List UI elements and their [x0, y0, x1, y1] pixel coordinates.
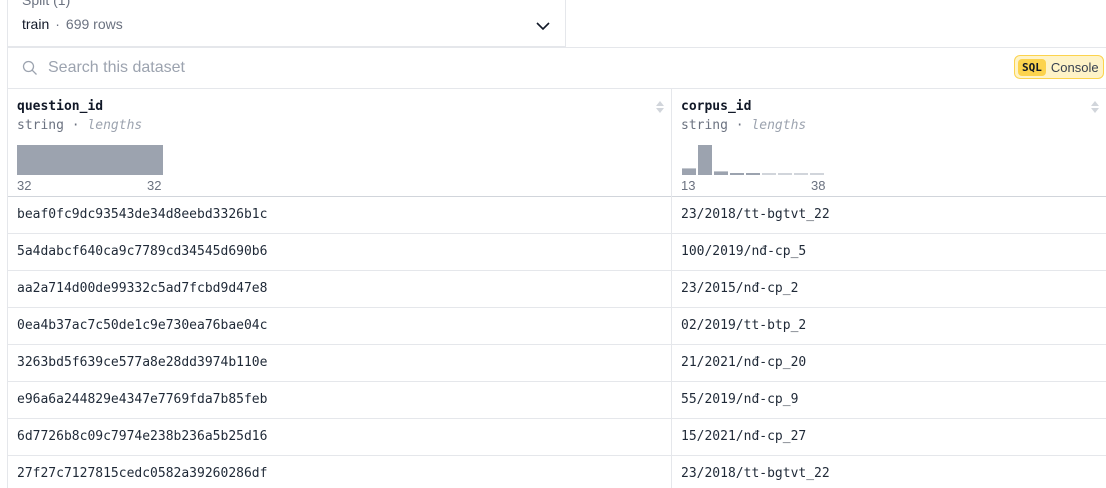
histogram-bar [746, 173, 760, 175]
split-value: train · 699 rows [22, 16, 123, 32]
histogram-min-label: 32 [17, 178, 32, 193]
cell-corpus-id[interactable]: 21/2021/nđ-cp_20 [672, 345, 1106, 381]
cell-question-id[interactable]: aa2a714d00de99332c5ad7fcbd9d47e8 [8, 271, 672, 307]
cell-corpus-id[interactable]: 15/2021/nđ-cp_27 [672, 419, 1106, 455]
table-row[interactable]: 5a4dabcf640ca9c7789cd34545d690b6 100/2019… [8, 234, 1106, 271]
table-row[interactable]: 0ea4b37ac7c50de1c9e730ea76bae04c 02/2019/… [8, 308, 1106, 345]
table-row[interactable]: aa2a714d00de99332c5ad7fcbd9d47e8 23/2015/… [8, 271, 1106, 308]
split-separator: · [55, 16, 60, 32]
sql-console-button[interactable]: SQL Console [1014, 55, 1104, 79]
table-row[interactable]: e96a6a244829e4347e7769fda7b85feb 55/2019/… [8, 382, 1106, 419]
search-bar: SQL Console [7, 47, 1106, 88]
histogram-bar [682, 168, 696, 175]
cell-corpus-id[interactable]: 02/2019/tt-btp_2 [672, 308, 1106, 344]
column-name: corpus_id [681, 99, 752, 114]
column-name: question_id [17, 99, 104, 114]
cell-question-id[interactable]: beaf0fc9dc93543de34d8eebd3326b1c [8, 197, 672, 233]
table-body: beaf0fc9dc93543de34d8eebd3326b1c 23/2018/… [8, 197, 1106, 488]
split-selector[interactable]: Split (1) train · 699 rows [7, 0, 566, 47]
sort-icon[interactable] [1090, 100, 1100, 114]
histogram-min-label: 13 [681, 178, 696, 193]
histogram-bar [730, 173, 744, 175]
histogram-bar [698, 145, 712, 175]
sql-console-label: Console [1050, 59, 1099, 75]
cell-corpus-id[interactable]: 100/2019/nđ-cp_5 [672, 234, 1106, 270]
table-row[interactable]: 3263bd5f639ce577a8e28dd3974b110e 21/2021/… [8, 345, 1106, 382]
table-row[interactable]: 27f27c7127815cedc0582a39260286df 23/2018/… [8, 456, 1106, 488]
histogram-bar [762, 173, 776, 175]
split-label: Split (1) [22, 0, 71, 8]
histogram-max-label: 38 [811, 178, 826, 193]
histogram-bar [778, 173, 792, 175]
search-input[interactable] [48, 56, 748, 80]
cell-question-id[interactable]: e96a6a244829e4347e7769fda7b85feb [8, 382, 672, 418]
column-type: string · lengths [17, 118, 143, 133]
split-row-count: 699 rows [65, 16, 123, 32]
cell-question-id[interactable]: 5a4dabcf640ca9c7789cd34545d690b6 [8, 234, 672, 270]
histogram-bar [17, 145, 163, 175]
table-row[interactable]: beaf0fc9dc93543de34d8eebd3326b1c 23/2018/… [8, 197, 1106, 234]
cell-corpus-id[interactable]: 23/2018/tt-bgtvt_22 [672, 456, 1106, 488]
column-header-question-id[interactable]: question_id string · lengths 32 32 [8, 89, 672, 197]
table-header: question_id string · lengths 32 32 corpu… [8, 88, 1106, 197]
dataset-table: question_id string · lengths 32 32 corpu… [7, 88, 1106, 488]
sql-tag: SQL [1018, 58, 1046, 76]
split-name: train [22, 16, 50, 32]
cell-question-id[interactable]: 0ea4b37ac7c50de1c9e730ea76bae04c [8, 308, 672, 344]
length-histogram [17, 145, 163, 175]
cell-corpus-id[interactable]: 55/2019/nđ-cp_9 [672, 382, 1106, 418]
cell-corpus-id[interactable]: 23/2018/tt-bgtvt_22 [672, 197, 1106, 233]
column-header-corpus-id[interactable]: corpus_id string · lengths 13 38 [672, 89, 1106, 197]
cell-corpus-id[interactable]: 23/2015/nđ-cp_2 [672, 271, 1106, 307]
cell-question-id[interactable]: 3263bd5f639ce577a8e28dd3974b110e [8, 345, 672, 381]
cell-question-id[interactable]: 6d7726b8c09c7974e238b236a5b25d16 [8, 419, 672, 455]
histogram-bar [794, 173, 808, 175]
histogram-bar [714, 171, 728, 175]
table-row[interactable]: 6d7726b8c09c7974e238b236a5b25d16 15/2021/… [8, 419, 1106, 456]
histogram-max-label: 32 [147, 178, 162, 193]
sort-icon[interactable] [655, 100, 665, 114]
chevron-down-icon[interactable] [535, 18, 551, 34]
column-type: string · lengths [681, 118, 807, 133]
histogram-bar [810, 173, 824, 175]
cell-question-id[interactable]: 27f27c7127815cedc0582a39260286df [8, 456, 672, 488]
length-histogram [682, 145, 824, 175]
search-icon [22, 60, 37, 75]
